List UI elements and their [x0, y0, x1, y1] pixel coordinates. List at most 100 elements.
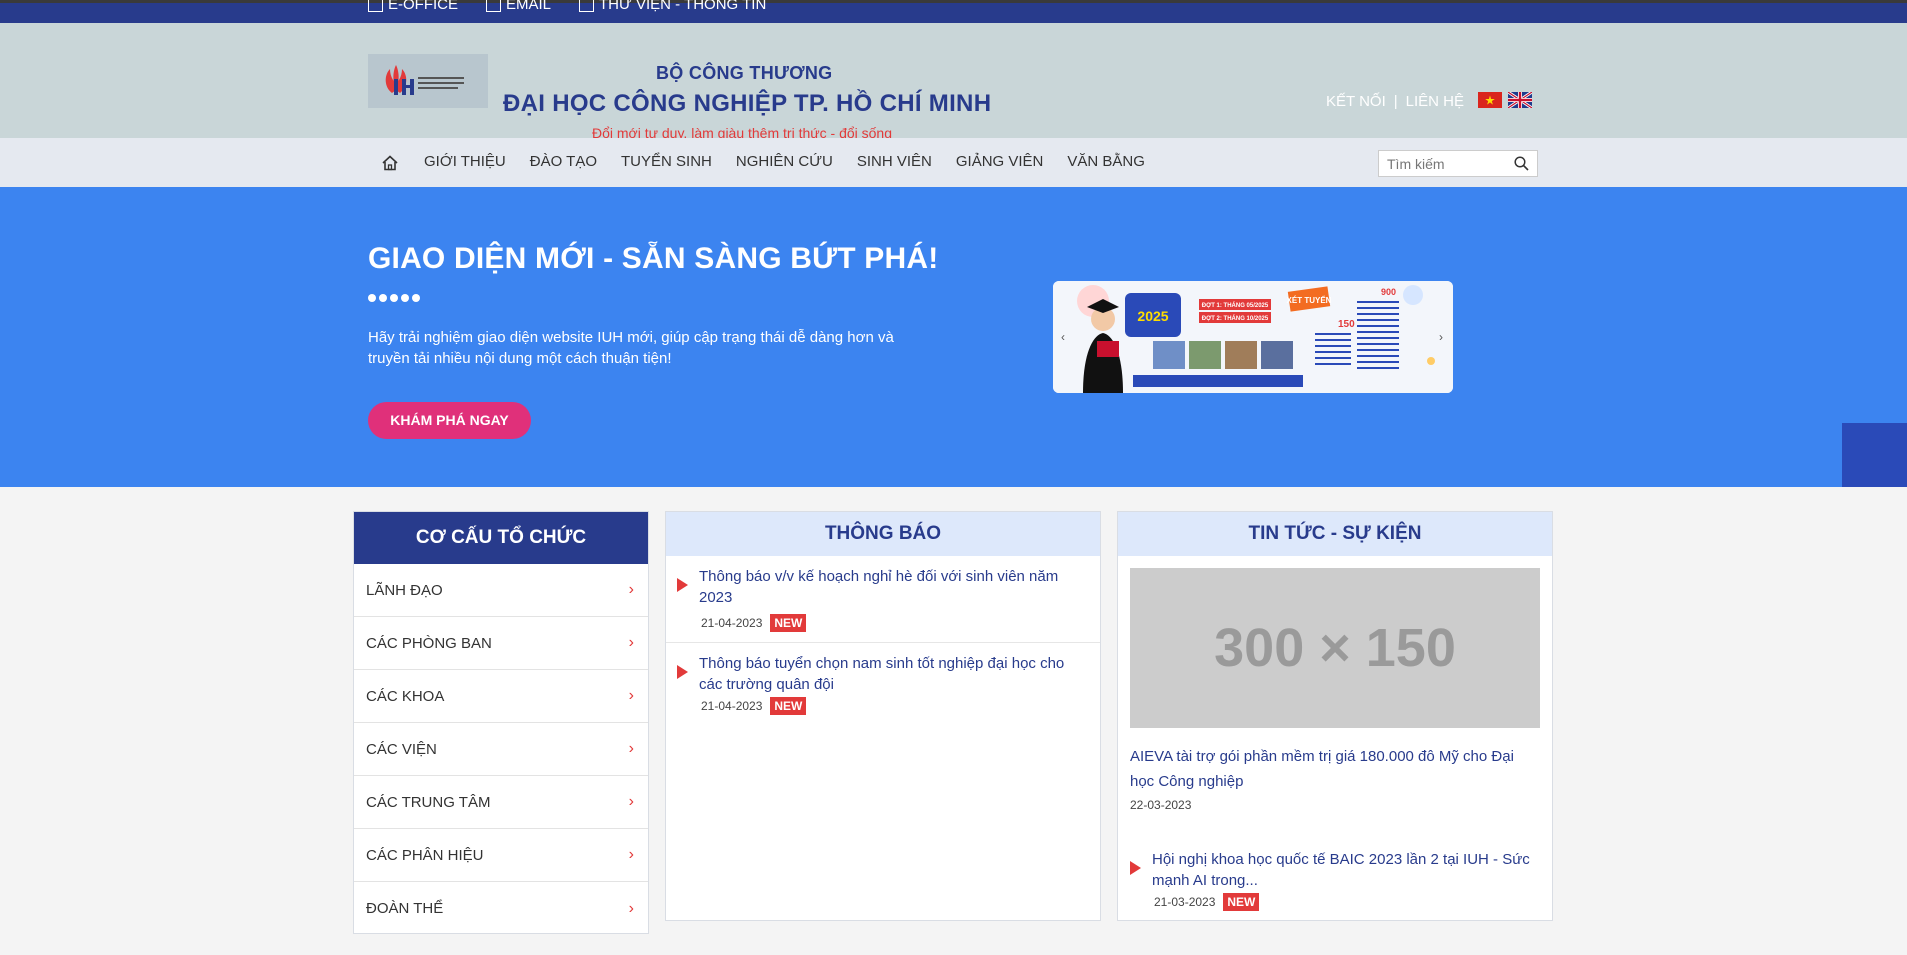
chevron-right-icon: ›	[628, 687, 634, 704]
news-featured-link[interactable]: AIEVA tài trợ gói phần mềm trị giá 180.0…	[1130, 744, 1540, 794]
admission-banner-graphic: 2025 ĐỢT 1: THÁNG 05/2025 ĐỢT 2: THÁNG 1…	[1053, 281, 1453, 393]
news-title: TIN TỨC - SỰ KIỆN	[1118, 512, 1552, 556]
hero-description: Hãy trải nghiệm giao diện website IUH mớ…	[368, 329, 894, 367]
chevron-right-icon: ›	[628, 634, 634, 651]
nav-item-tuyen-sinh[interactable]: TUYỂN SINH	[621, 153, 712, 170]
nav-item-van-bang[interactable]: VĂN BẰNG	[1067, 153, 1145, 170]
news-featured: AIEVA tài trợ gói phần mềm trị giá 180.0…	[1130, 744, 1540, 812]
svg-text:›: ›	[1439, 330, 1443, 344]
org-item-label: CÁC PHÂN HIỆU	[366, 846, 484, 864]
banner-quota-side: 150	[1338, 319, 1355, 330]
notice-date: 21-04-2023	[701, 616, 763, 630]
checkbox-icon	[368, 0, 383, 12]
nav-item-giang-vien[interactable]: GIẢNG VIÊN	[956, 153, 1044, 170]
site-header: BỘ CÔNG THƯƠNG ĐẠI HỌC CÔNG NGHIỆP TP. H…	[0, 23, 1907, 141]
library-link[interactable]: THƯ VIỆN - THÔNG TIN	[579, 0, 766, 13]
banner-quota-main: 900	[1381, 287, 1396, 297]
home-icon[interactable]	[381, 154, 399, 172]
uk-flag-icon[interactable]	[1508, 92, 1532, 108]
banner-round-2: ĐỢT 2: THÁNG 10/2025	[1202, 315, 1269, 322]
banner-year: 2025	[1137, 308, 1168, 324]
org-item-trung-tam[interactable]: CÁC TRUNG TÂM ›	[354, 776, 648, 829]
chevron-right-icon: ›	[628, 846, 634, 863]
email-label: EMAIL	[506, 0, 552, 13]
iuh-logo[interactable]	[368, 54, 488, 108]
nav-item-nghien-cuu[interactable]: NGHIÊN CỨU	[736, 153, 833, 170]
notice-link[interactable]: Thông báo tuyển chọn nam sinh tốt nghiệp…	[699, 653, 1088, 695]
notices-panel: THÔNG BÁO Thông báo v/v kế hoạch nghỉ hè…	[665, 511, 1101, 921]
chevron-right-icon: ›	[628, 581, 634, 598]
org-item-label: CÁC VIỆN	[366, 740, 437, 758]
org-item-khoa[interactable]: CÁC KHOA ›	[354, 670, 648, 723]
notices-title: THÔNG BÁO	[666, 512, 1100, 556]
slide-dot[interactable]	[379, 294, 387, 302]
floating-side-tab[interactable]	[1842, 423, 1907, 487]
page: E-OFFICE EMAIL THƯ VIỆN - THÔNG TIN BỘ C…	[0, 0, 1907, 955]
connect-link[interactable]: KẾT NỐI	[1326, 93, 1386, 110]
nav-item-gioi-thieu[interactable]: GIỚI THIỆU	[424, 153, 506, 170]
org-item-label: CÁC KHOA	[366, 687, 445, 705]
org-item-label: CÁC PHÒNG BAN	[366, 634, 492, 652]
news-thumbnail-placeholder[interactable]: 300 × 150	[1130, 568, 1540, 728]
org-item-label: LÃNH ĐẠO	[366, 581, 443, 599]
slide-dot[interactable]	[390, 294, 398, 302]
svg-text:‹: ‹	[1061, 330, 1065, 344]
org-item-doan-the[interactable]: ĐOÀN THỂ ›	[354, 882, 648, 935]
notice-meta: 21-04-2023 NEW	[701, 697, 1088, 715]
org-item-label: CÁC TRUNG TÂM	[366, 793, 491, 811]
slide-dot[interactable]	[368, 294, 376, 302]
university-name: ĐẠI HỌC CÔNG NGHIỆP TP. HỒ CHÍ MINH	[503, 90, 992, 117]
org-item-phan-hieu[interactable]: CÁC PHÂN HIỆU ›	[354, 829, 648, 882]
news-item-link[interactable]: Hội nghị khoa học quốc tế BAIC 2023 lần …	[1152, 849, 1540, 891]
hero-dots	[368, 294, 420, 302]
news-item: Hội nghị khoa học quốc tế BAIC 2023 lần …	[1130, 849, 1540, 911]
org-structure-title: CƠ CẤU TỔ CHỨC	[354, 512, 648, 564]
nav-item-sinh-vien[interactable]: SINH VIÊN	[857, 153, 932, 170]
org-item-phong-ban[interactable]: CÁC PHÒNG BAN ›	[354, 617, 648, 670]
eoffice-link[interactable]: E-OFFICE	[368, 0, 458, 13]
new-badge: NEW	[1223, 893, 1260, 911]
slide-dot[interactable]	[412, 294, 420, 302]
iuh-logo-icon	[385, 65, 464, 95]
ministry-title: BỘ CÔNG THƯƠNG	[656, 63, 833, 83]
header-links: KẾT NỐI | LIÊN HỆ	[1326, 93, 1464, 110]
nav-item-dao-tao[interactable]: ĐÀO TẠO	[530, 153, 597, 170]
email-link[interactable]: EMAIL	[486, 0, 551, 13]
notice-meta: 21-04-2023 NEW	[701, 614, 1088, 632]
hero-banner: GIAO DIỆN MỚI - SẴN SÀNG BỨT PHÁ! Hãy tr…	[0, 187, 1907, 487]
nav-items: GIỚI THIỆU ĐÀO TẠO TUYỂN SINH NGHIÊN CỨU…	[424, 153, 1145, 170]
banner-tag: XÉT TUYỂN	[1287, 296, 1332, 305]
utility-links: E-OFFICE EMAIL THƯ VIỆN - THÔNG TIN	[368, 0, 766, 13]
vietnam-flag-icon[interactable]	[1478, 92, 1502, 108]
slide-dot[interactable]	[401, 294, 409, 302]
news-featured-date: 22-03-2023	[1130, 798, 1192, 812]
notice-item: Thông báo tuyển chọn nam sinh tốt nghiệp…	[666, 643, 1100, 725]
notice-item: Thông báo v/v kế hoạch nghỉ hè đối với s…	[666, 556, 1100, 643]
new-badge: NEW	[770, 697, 807, 715]
org-item-label: ĐOÀN THỂ	[366, 900, 444, 917]
notice-link[interactable]: Thông báo v/v kế hoạch nghỉ hè đối với s…	[699, 566, 1088, 608]
checkbox-icon	[486, 0, 501, 12]
top-utility-bar: E-OFFICE EMAIL THƯ VIỆN - THÔNG TIN	[0, 0, 1907, 23]
checkbox-icon	[579, 0, 595, 12]
admission-banner-image[interactable]: 2025 ĐỢT 1: THÁNG 05/2025 ĐỢT 2: THÁNG 1…	[1053, 281, 1453, 393]
chevron-right-icon: ›	[628, 740, 634, 757]
org-structure-panel: CƠ CẤU TỔ CHỨC LÃNH ĐẠO › CÁC PHÒNG BAN › …	[353, 511, 649, 934]
news-item-meta: 21-03-2023 NEW	[1154, 893, 1540, 911]
chevron-right-icon: ›	[628, 899, 634, 917]
search-icon[interactable]	[1514, 156, 1529, 171]
org-item-lanh-dao[interactable]: LÃNH ĐẠO ›	[354, 564, 648, 617]
header-separator: |	[1393, 93, 1398, 110]
language-switcher	[1478, 92, 1532, 108]
main-nav: GIỚI THIỆU ĐÀO TẠO TUYỂN SINH NGHIÊN CỨU…	[0, 138, 1907, 187]
new-badge: NEW	[770, 614, 807, 632]
news-item-date: 21-03-2023	[1154, 895, 1216, 909]
library-label: THƯ VIỆN - THÔNG TIN	[599, 0, 767, 13]
bullet-triangle-icon	[677, 665, 688, 679]
org-item-vien[interactable]: CÁC VIỆN ›	[354, 723, 648, 776]
contact-link[interactable]: LIÊN HỆ	[1406, 93, 1464, 110]
eoffice-label: E-OFFICE	[388, 0, 458, 13]
explore-button[interactable]: KHÁM PHÁ NGAY	[368, 402, 531, 439]
search-box	[1378, 150, 1538, 177]
search-input[interactable]	[1379, 151, 1509, 176]
